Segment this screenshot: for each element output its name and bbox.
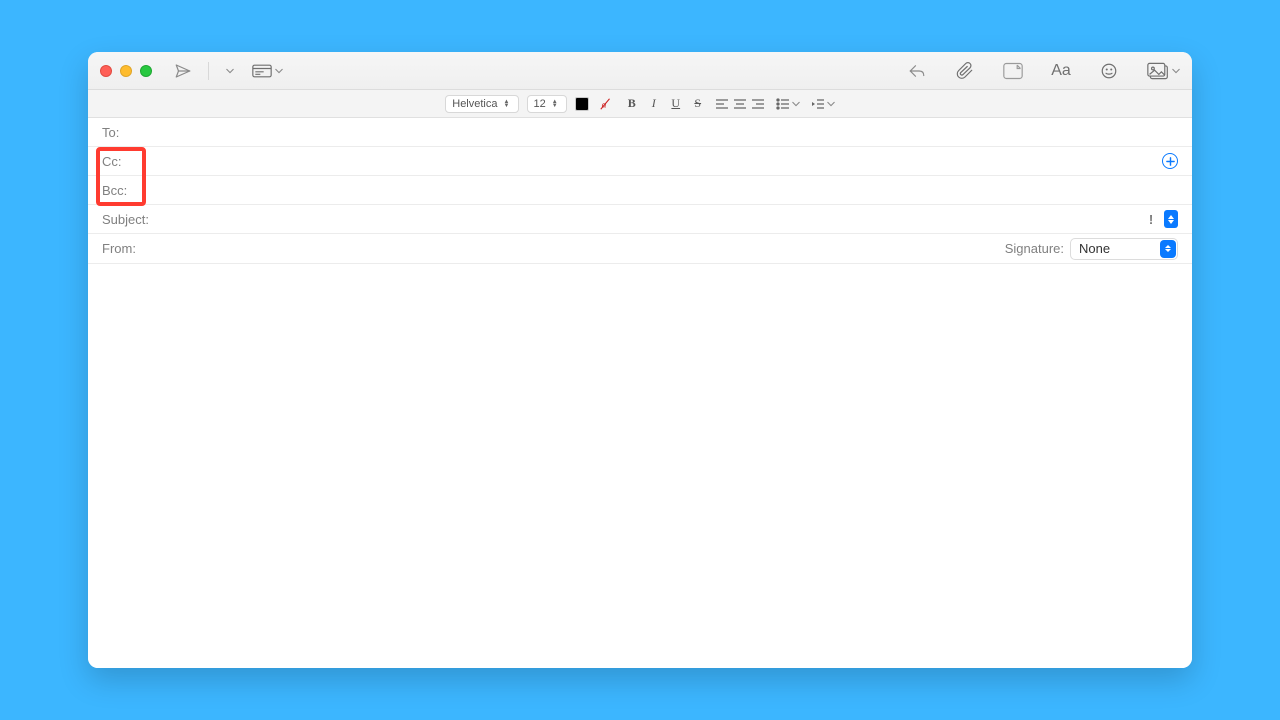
- stepper-icon: ▲▼: [504, 100, 512, 108]
- header-fields-icon: [252, 64, 272, 78]
- list-button[interactable]: [773, 98, 800, 110]
- attach-button[interactable]: [952, 59, 978, 83]
- chevron-down-icon: [792, 100, 800, 108]
- photo-icon: [1147, 62, 1169, 80]
- font-family-select[interactable]: Helvetica ▲▼: [445, 95, 518, 113]
- zoom-window-button[interactable]: [140, 65, 152, 77]
- send-later-dropdown[interactable]: [221, 59, 235, 83]
- compose-window: Aa Helvetica ▲▼ 12: [88, 52, 1192, 668]
- header-fields: To: Cc: Bcc: Subject: !: [88, 118, 1192, 264]
- align-center-button[interactable]: [733, 98, 747, 110]
- signature-select[interactable]: None: [1070, 238, 1178, 260]
- subject-row[interactable]: Subject: !: [88, 205, 1192, 234]
- link-card-icon: [1003, 62, 1023, 80]
- chevron-down-icon: [275, 67, 283, 75]
- chevron-down-icon: [226, 67, 234, 75]
- bcc-label: Bcc:: [102, 183, 154, 198]
- align-left-button[interactable]: [715, 98, 729, 110]
- send-button[interactable]: [170, 59, 196, 83]
- underline-button[interactable]: U: [667, 95, 685, 113]
- header-fields-button[interactable]: [249, 59, 283, 83]
- signature-label: Signature:: [1005, 241, 1064, 256]
- format-button[interactable]: Aa: [1048, 59, 1074, 83]
- cc-label: Cc:: [102, 154, 154, 169]
- align-right-icon: [751, 98, 765, 110]
- to-row[interactable]: To:: [88, 118, 1192, 147]
- priority-stepper[interactable]: [1164, 210, 1178, 228]
- stepper-icon: ▲▼: [552, 100, 560, 108]
- close-window-button[interactable]: [100, 65, 112, 77]
- signature-value: None: [1079, 241, 1110, 256]
- align-left-icon: [715, 98, 729, 110]
- bold-button[interactable]: B: [623, 95, 641, 113]
- titlebar: Aa: [88, 52, 1192, 90]
- italic-button[interactable]: I: [645, 95, 663, 113]
- paperclip-icon: [956, 61, 974, 81]
- from-label: From:: [102, 241, 154, 256]
- align-right-button[interactable]: [751, 98, 765, 110]
- font-size-select[interactable]: 12 ▲▼: [527, 95, 567, 113]
- rich-link-button[interactable]: [1000, 59, 1026, 83]
- insert-photo-button[interactable]: [1144, 59, 1180, 83]
- text-style-icon: a: [599, 97, 613, 111]
- message-body[interactable]: [88, 264, 1192, 668]
- font-family-value: Helvetica: [452, 98, 497, 110]
- add-contact-button[interactable]: [1162, 153, 1178, 169]
- cc-row[interactable]: Cc:: [88, 147, 1192, 176]
- text-color-swatch[interactable]: [575, 97, 589, 111]
- bcc-row[interactable]: Bcc:: [88, 176, 1192, 205]
- alignment-group: [715, 98, 765, 110]
- format-bar: Helvetica ▲▼ 12 ▲▼ a B I U S: [88, 90, 1192, 118]
- indent-button[interactable]: [808, 98, 835, 110]
- chevron-down-icon: [1172, 67, 1180, 75]
- text-style-button[interactable]: a: [597, 95, 615, 113]
- send-icon: [174, 62, 192, 80]
- to-label: To:: [102, 125, 154, 140]
- indent-icon: [811, 98, 825, 110]
- list-icon: [776, 98, 790, 110]
- plus-icon: [1166, 157, 1175, 166]
- text-style-group: B I U S: [623, 95, 707, 113]
- priority-indicator: !: [1144, 210, 1158, 228]
- emoji-button[interactable]: [1096, 59, 1122, 83]
- minimize-window-button[interactable]: [120, 65, 132, 77]
- window-controls: [100, 65, 152, 77]
- strike-button[interactable]: S: [689, 95, 707, 113]
- chevron-down-icon: [827, 100, 835, 108]
- font-size-value: 12: [534, 98, 546, 110]
- toolbar-separator: [208, 62, 209, 80]
- select-knob-icon: [1160, 240, 1176, 258]
- align-center-icon: [733, 98, 747, 110]
- from-row[interactable]: From: Signature: None: [88, 234, 1192, 264]
- reply-icon: [907, 62, 927, 80]
- emoji-icon: [1100, 62, 1118, 80]
- reply-button[interactable]: [904, 59, 930, 83]
- font-icon: Aa: [1051, 62, 1071, 80]
- subject-label: Subject:: [102, 212, 162, 227]
